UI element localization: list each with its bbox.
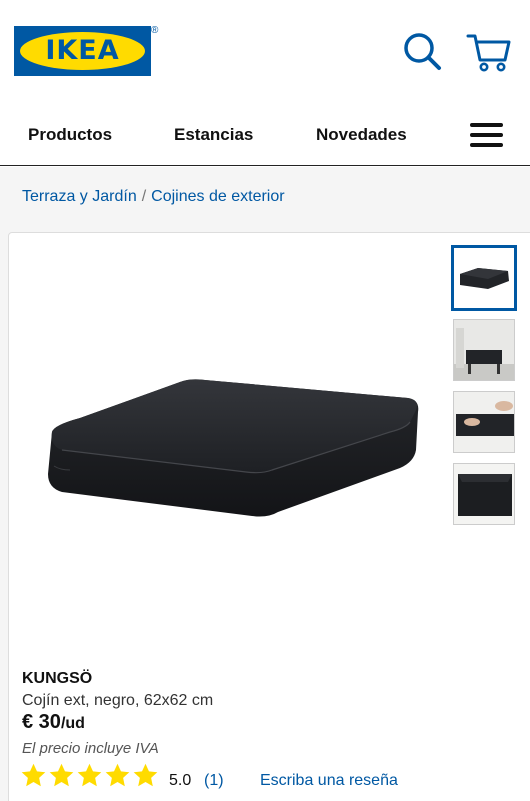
- price-value: € 30: [22, 711, 61, 733]
- star-icon: [105, 763, 130, 787]
- product-name[interactable]: KUNGSÖ: [22, 670, 92, 688]
- nav-item-estancias[interactable]: Estancias: [174, 125, 253, 145]
- thumbnail-2[interactable]: [453, 319, 515, 381]
- price-unit: /ud: [60, 715, 85, 732]
- thumbnail-4[interactable]: [453, 463, 515, 525]
- rating-value: 5.0: [169, 772, 192, 789]
- star-icon: [49, 763, 74, 787]
- nav-item-productos[interactable]: Productos: [28, 125, 112, 145]
- rating-count[interactable]: (1): [204, 772, 224, 790]
- thumbnail-closeup-image: [454, 464, 514, 524]
- registered-mark: ®: [151, 25, 159, 36]
- write-review-link[interactable]: Escriba una reseña: [260, 772, 398, 790]
- vat-note: El precio incluye IVA: [22, 740, 159, 757]
- thumbnail-3[interactable]: [453, 391, 515, 453]
- product-image[interactable]: [40, 370, 430, 530]
- thumbnail-room-image: [454, 320, 514, 380]
- thumbnail-1[interactable]: [451, 245, 517, 311]
- hamburger-menu-icon[interactable]: [466, 121, 506, 151]
- thumbnail-cushion-image: [460, 268, 509, 289]
- cart-icon: [466, 34, 511, 72]
- header: IKEA ®: [0, 0, 530, 105]
- breadcrumb-terraza[interactable]: Terraza y Jardín: [22, 188, 137, 205]
- product-price: € 30/ud: [22, 711, 85, 734]
- thumbnail-detail-image: [454, 392, 514, 452]
- star-icon: [77, 763, 102, 787]
- rating-stars[interactable]: [20, 762, 159, 792]
- star-icon: [133, 763, 158, 787]
- breadcrumb: Terraza y Jardín / Cojines de exterior: [22, 188, 285, 206]
- cart-button[interactable]: [465, 30, 513, 74]
- logo-text: IKEA: [45, 35, 120, 66]
- star-icon: [21, 763, 46, 787]
- breadcrumb-cojines[interactable]: Cojines de exterior: [151, 188, 284, 205]
- search-button[interactable]: [400, 30, 444, 74]
- main-nav: Productos Estancias Novedades: [0, 105, 530, 166]
- product-description: Cojín ext, negro, 62x62 cm: [22, 692, 214, 709]
- search-icon: [404, 33, 441, 70]
- nav-item-novedades[interactable]: Novedades: [316, 125, 407, 145]
- breadcrumb-separator: /: [141, 188, 147, 205]
- ikea-logo[interactable]: IKEA: [14, 26, 151, 76]
